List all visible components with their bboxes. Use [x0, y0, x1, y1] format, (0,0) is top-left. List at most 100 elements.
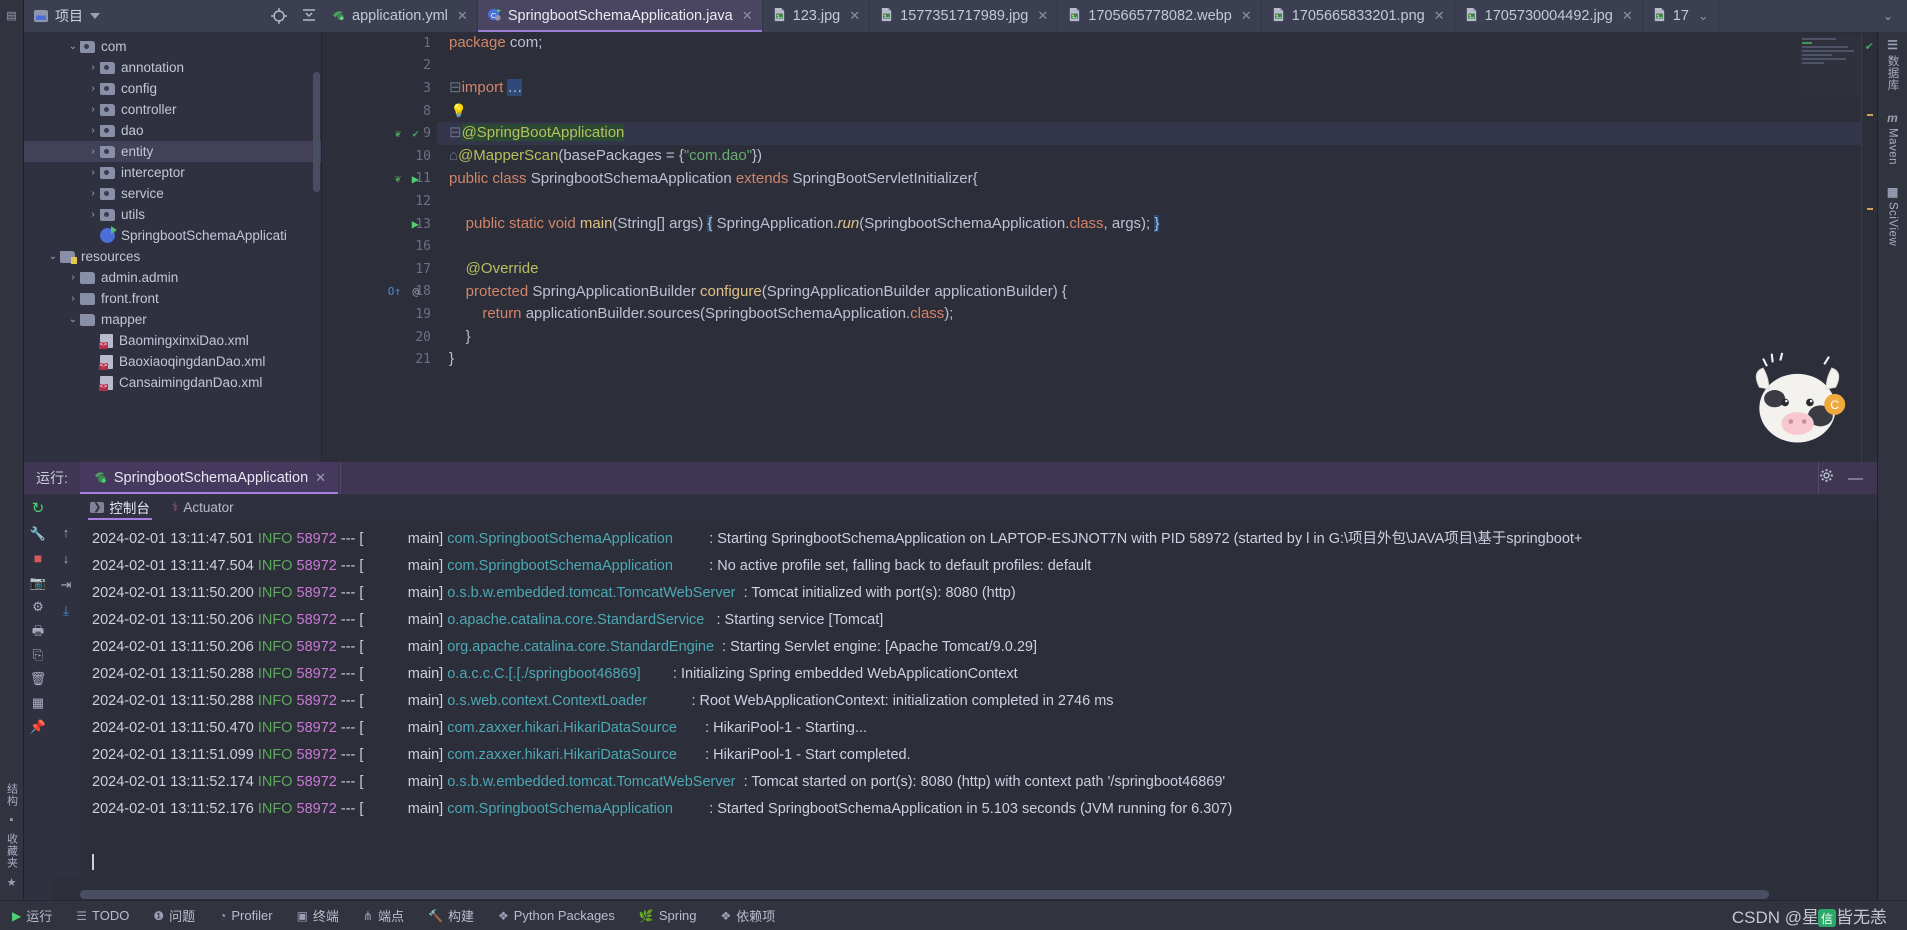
chevron-down-icon[interactable]	[90, 13, 100, 19]
log-logger[interactable]: com.zaxxer.hikari.HikariDataSource	[447, 747, 677, 763]
tree-node-front-front[interactable]: › front.front	[24, 288, 321, 309]
console-tab-1[interactable]: ⚕ Actuator	[170, 494, 236, 520]
log-logger[interactable]: com.SpringbootSchemaApplication	[447, 558, 673, 574]
close-icon[interactable]: ✕	[457, 8, 468, 24]
editor-tab-4[interactable]: 1705665778082.webp ✕	[1058, 0, 1262, 32]
tree-node-service[interactable]: › service	[24, 183, 321, 204]
tree-node-annotation[interactable]: › annotation	[24, 57, 321, 78]
editor-tab-5[interactable]: 1705665833201.png ✕	[1262, 0, 1455, 32]
grid-icon[interactable]: ▦	[32, 696, 44, 709]
editor-code-area[interactable]: package com; ⊟import … ⊟@SpringBootApplica…	[437, 32, 1877, 462]
chevron-down-icon[interactable]: ⌄	[66, 41, 80, 52]
chevron-right-icon[interactable]: ›	[66, 272, 80, 283]
tree-node-com[interactable]: ⌄ com	[24, 36, 321, 57]
code-line-10[interactable]: ⌂@MapperScan(basePackages = {"com.dao"})	[437, 145, 1877, 168]
gutter-line-16[interactable]: 16	[322, 235, 437, 258]
tree-node-admin-admin[interactable]: › admin.admin	[24, 267, 321, 288]
code-line-13[interactable]: public static void main(String[] args) {…	[437, 213, 1877, 236]
status-bar-item-spring[interactable]: 🌿 Spring	[627, 901, 709, 930]
rerun-icon[interactable]: ↻	[32, 501, 45, 516]
stop-icon[interactable]: ■	[34, 551, 42, 565]
chevron-right-icon[interactable]: ›	[86, 146, 100, 157]
gutter-line-13[interactable]: ▶ 13	[322, 213, 437, 236]
tree-node-resources[interactable]: ⌄ resources	[24, 246, 321, 267]
run-gutter-icon[interactable]: ▶	[412, 172, 419, 186]
verify-icon[interactable]: ✔	[412, 127, 419, 140]
thread-dump-icon[interactable]: ⚙	[32, 600, 44, 613]
tree-node-interceptor[interactable]: › interceptor	[24, 162, 321, 183]
gutter-line-12[interactable]: 12	[322, 190, 437, 213]
status-bar-item-build[interactable]: 🔨 构建	[416, 901, 486, 930]
close-icon[interactable]: ✕	[315, 470, 326, 486]
close-icon[interactable]: ✕	[742, 8, 753, 24]
build-icon[interactable]: 🔧	[30, 527, 46, 540]
spring-bean-icon[interactable]: ❦	[394, 127, 401, 140]
chevron-right-icon[interactable]: ›	[86, 209, 100, 220]
soft-wrap-icon[interactable]: ⇥	[61, 578, 72, 591]
export-icon[interactable]: ⎘	[33, 648, 43, 661]
chevron-down-icon[interactable]: ⌄	[66, 314, 80, 325]
log-logger[interactable]: o.apache.catalina.core.StandardService	[447, 612, 704, 628]
gutter-line-3[interactable]: 3	[322, 77, 437, 100]
favorites-star-icon[interactable]: ★	[7, 873, 17, 892]
editor-tab-3[interactable]: 1577351717989.jpg ✕	[870, 0, 1059, 32]
status-bar-item-profiler[interactable]: ◔ Profiler	[207, 901, 284, 930]
log-logger[interactable]: o.s.web.context.ContextLoader	[447, 693, 647, 709]
editor-tab-2[interactable]: 123.jpg ✕	[763, 0, 871, 32]
code-line-18[interactable]: protected SpringApplicationBuilder confi…	[437, 281, 1877, 304]
editor-tab-6[interactable]: 1705730004492.jpg ✕	[1455, 0, 1643, 32]
editor-tab-1[interactable]: C SpringbootSchemaApplication.java ✕	[477, 0, 763, 32]
log-logger[interactable]: o.s.b.w.embedded.tomcat.TomcatWebServer	[447, 585, 735, 601]
pin-icon[interactable]: 📌	[30, 720, 46, 733]
log-logger[interactable]: o.s.b.w.embedded.tomcat.TomcatWebServer	[447, 774, 735, 790]
collapse-all-icon[interactable]	[294, 0, 324, 32]
code-line-20[interactable]: }	[437, 326, 1877, 349]
chevron-right-icon[interactable]: ›	[86, 62, 100, 73]
right-rail-item-sciview[interactable]: ▦ SciView	[1887, 185, 1899, 246]
code-editor[interactable]: 1 2 3 💡 8 ❦ ✔ 9 10 ❦ ▶ 11 12 ▶ 13 16 17 O↑ @18 19 20 21 packa…	[322, 32, 1877, 462]
tree-node-dao[interactable]: › dao	[24, 120, 321, 141]
tree-node-cansaimingdandao-xml[interactable]: CansaimingdanDao.xml	[24, 372, 321, 393]
editor-tab-7[interactable]: 17 ⌄	[1643, 0, 1719, 32]
close-icon[interactable]: ✕	[1434, 8, 1445, 24]
gutter-line-2[interactable]: 2	[322, 55, 437, 78]
warning-marker[interactable]	[1867, 114, 1873, 116]
camera-icon[interactable]: 📷	[30, 576, 46, 589]
status-bar-item-terminal[interactable]: ▣ 终端	[285, 901, 351, 930]
tree-node-utils[interactable]: › utils	[24, 204, 321, 225]
override-marker-icon[interactable]: O↑	[388, 285, 401, 298]
log-logger[interactable]: com.SpringbootSchemaApplication	[447, 801, 673, 817]
console-horizontal-scrollbar[interactable]	[80, 888, 1877, 900]
tree-node-baoxiaoqingdandao-xml[interactable]: BaoxiaoqingdanDao.xml	[24, 351, 321, 372]
status-bar-item-endpoints[interactable]: ⋔ 端点	[351, 901, 416, 930]
scroll-up-icon[interactable]: ↑	[63, 526, 70, 539]
chevron-right-icon[interactable]: ›	[86, 188, 100, 199]
tree-node-entity[interactable]: › entity	[24, 141, 321, 162]
tree-node-controller[interactable]: › controller	[24, 99, 321, 120]
code-line-2[interactable]	[437, 55, 1877, 78]
editor-marker-strip[interactable]: ✔	[1861, 32, 1877, 462]
gutter-line-1[interactable]: 1	[322, 32, 437, 55]
gutter-line-17[interactable]: 17	[322, 258, 437, 281]
console-tab-0[interactable]: ❯ 控制台	[88, 494, 152, 520]
tree-node-mapper[interactable]: ⌄ mapper	[24, 309, 321, 330]
gutter-line-20[interactable]: 20	[322, 326, 437, 349]
status-bar-item-run[interactable]: ▶ 运行	[0, 901, 64, 930]
chevron-right-icon[interactable]: ›	[86, 125, 100, 136]
gutter-line-21[interactable]: 21	[322, 348, 437, 371]
scroll-end-icon[interactable]: ⤓	[63, 604, 69, 617]
left-rail-item-1-label[interactable]: 收藏夹	[4, 829, 20, 873]
code-line-12[interactable]	[437, 190, 1877, 213]
code-line-9[interactable]: ⊟@SpringBootApplication	[437, 122, 1877, 145]
structure-icon[interactable]: ▪	[10, 811, 14, 829]
close-icon[interactable]: ✕	[1622, 8, 1633, 24]
tree-node-springbootschemaapplicati[interactable]: SpringbootSchemaApplicati	[24, 225, 321, 246]
right-rail-item-database[interactable]: ☰ 数据库	[1885, 38, 1901, 91]
tree-node-config[interactable]: › config	[24, 78, 321, 99]
code-line-8[interactable]	[437, 100, 1877, 123]
code-line-21[interactable]: }	[437, 348, 1877, 371]
project-tool-window-button[interactable]: 项目	[24, 0, 264, 32]
gutter-line-18[interactable]: O↑ @18	[322, 281, 437, 304]
chevron-right-icon[interactable]: ›	[86, 83, 100, 94]
chevron-down-icon[interactable]: ⌄	[1883, 9, 1893, 23]
